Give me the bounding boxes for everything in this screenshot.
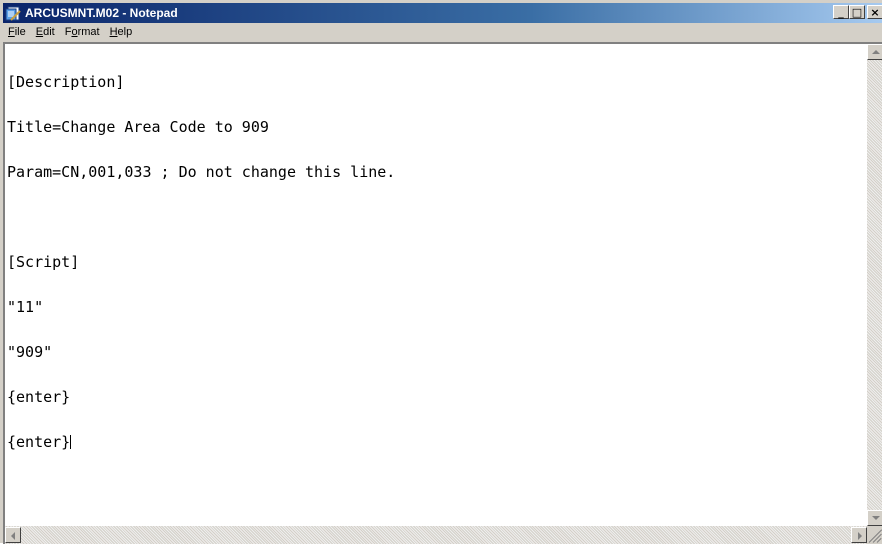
arrow-right-icon xyxy=(858,532,862,540)
arrow-up-icon xyxy=(872,50,880,54)
caption-buttons: _ □ × xyxy=(833,5,882,19)
minimize-button[interactable]: _ xyxy=(833,5,849,19)
notepad-icon[interactable] xyxy=(5,5,21,21)
scroll-left-button[interactable] xyxy=(5,527,21,543)
menu-edit[interactable]: Edit xyxy=(31,24,60,41)
editor-line: Title=Change Area Code to 909 xyxy=(7,118,269,136)
scroll-down-button[interactable] xyxy=(867,510,882,526)
maximize-icon: □ xyxy=(851,5,863,19)
minimize-icon: _ xyxy=(838,5,844,19)
arrow-down-icon xyxy=(872,516,880,520)
editor-line: {enter} xyxy=(7,388,71,406)
menu-bar: File Edit Format Help xyxy=(3,23,882,42)
close-button[interactable]: × xyxy=(867,5,882,19)
notepad-window: ARCUSMNT.M02 - Notepad _ □ × File Edit F… xyxy=(0,0,882,544)
text-caret xyxy=(70,435,72,449)
editor-line-last-text: {enter} xyxy=(7,433,71,451)
editor-line: [Description] xyxy=(7,73,125,91)
window-title: ARCUSMNT.M02 - Notepad xyxy=(25,6,178,20)
maximize-button[interactable]: □ xyxy=(849,5,865,19)
editor-text-area[interactable]: [Description] Title=Change Area Code to … xyxy=(7,45,863,521)
text-editor[interactable]: [Description] Title=Change Area Code to … xyxy=(3,42,882,544)
arrow-left-icon xyxy=(11,532,15,540)
editor-line: "909" xyxy=(7,343,53,361)
vertical-scrollbar[interactable] xyxy=(867,44,882,526)
title-bar[interactable]: ARCUSMNT.M02 - Notepad _ □ × xyxy=(3,3,882,23)
editor-line: [Script] xyxy=(7,253,80,271)
scroll-right-button[interactable] xyxy=(851,527,867,543)
menu-file[interactable]: File xyxy=(3,24,31,41)
close-icon: × xyxy=(870,5,880,19)
editor-line: Param=CN,001,033 ; Do not change this li… xyxy=(7,163,396,181)
menu-help[interactable]: Help xyxy=(105,24,138,41)
menu-format[interactable]: Format xyxy=(60,24,105,41)
editor-line-last: {enter} xyxy=(7,435,863,450)
editor-line: "11" xyxy=(7,298,44,316)
scroll-up-button[interactable] xyxy=(867,44,882,60)
size-grip-icon[interactable] xyxy=(867,526,882,544)
horizontal-scrollbar[interactable] xyxy=(5,526,867,544)
